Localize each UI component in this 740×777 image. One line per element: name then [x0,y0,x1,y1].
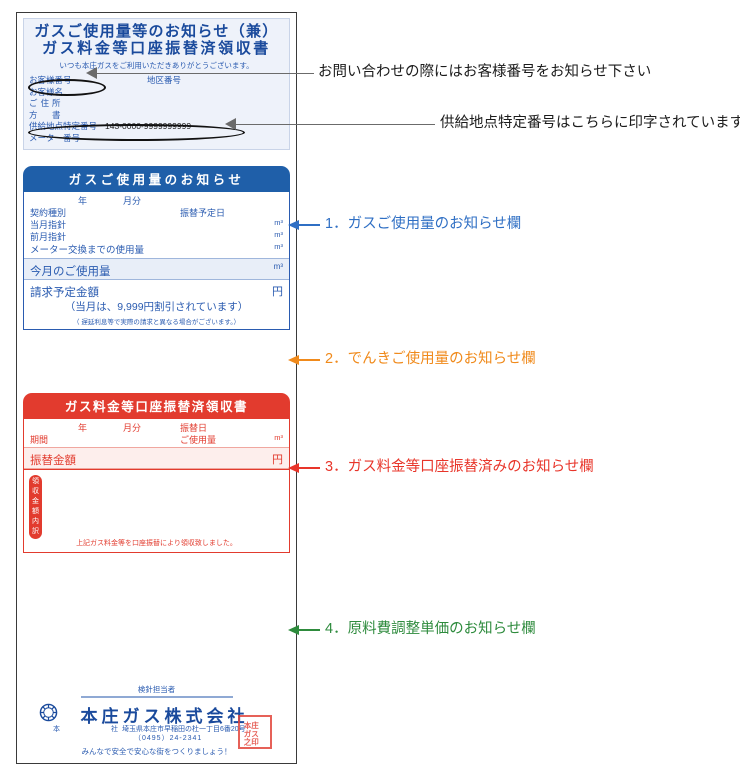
row-transfer-amount: 振替金額 円 [24,447,289,469]
company-logo-icon [39,703,58,722]
arrow-line-callout-2 [299,359,320,361]
unit-yen-transfer: 円 [272,454,283,466]
breakdown-tab-c6: 訳 [32,528,39,535]
highlight-oval-supply-point [28,124,245,141]
receipt-confirmation-note: 上記ガス料金等を口座振替により領収致しました。 [76,540,237,547]
bill-title-line2: ガス料金等口座振替済領収書 [42,40,271,57]
arrow-line-callout-3 [299,467,320,469]
breakdown-tab-c1: 領 [32,478,39,485]
section-receipt: ガス料金等口座振替済領収書 年 月分 振替日 期間 ご使用量 m³ 振替金額 円… [23,393,290,553]
unit-m3-meter-change: m³ [274,242,283,251]
breakdown-tab-c2: 収 [32,488,39,495]
arrow-callout-1 [288,220,299,230]
page-root: ガスご使用量等のお知らせ（兼） ガス料金等口座振替済領収書 いつも本庄ガスをご利… [0,0,740,777]
company-phone: （0495）24-2341 [134,735,203,742]
callout-2-electricity-usage: 2．でんきご使用量のお知らせ欄 [325,351,536,367]
highlight-oval-customer-number [28,79,106,96]
row-period-usage: 期間 ご使用量 m³ [30,433,283,445]
arrow-callout-4 [288,625,299,635]
leader-line-customer-number [96,73,314,74]
company-seal-stamp: 本庄 ガス 之印 [238,715,272,749]
current-reading-label: 当月指針 [30,220,67,230]
receipt-title: ガス料金等口座振替済領収書 [23,393,290,419]
row-address: ご住所 [29,98,289,110]
row-billed-amount: 請求予定金額 円 [24,280,289,299]
company-name: 本庄ガス株式会社 [80,707,249,726]
building-label: 方 書 [29,109,64,120]
row-year-month: 年 月分 [30,194,283,206]
arrow-line-callout-1 [299,224,320,226]
seal-glyph-icon: 本庄 ガス 之印 [243,720,259,747]
breakdown-tab-c3: 金 [32,498,39,505]
receipt-breakdown-area: 領 収 金 額 内 訳 上記ガス料金等を口座振替により領収致しました。 [24,469,289,552]
row-previous-reading: 前月指針 m³ [30,230,283,242]
leader-line-supply-point [235,124,435,125]
meter-person-rule [80,696,233,698]
row-this-month-usage: 今月のご使用量 m³ [24,258,289,280]
arrow-callout-3 [288,463,299,473]
receipt-body: 年 月分 振替日 期間 ご使用量 m³ 振替金額 円 領 収 金 額 内 訳 上… [23,419,290,553]
district-number-label: 地区番号 [147,75,182,85]
arrow-line-callout-4 [299,629,320,631]
row-receipt-year-month: 年 月分 振替日 [30,421,283,433]
svg-text:本庄: 本庄 [243,720,259,730]
billed-amount-label: 請求予定金額 [30,287,99,299]
this-month-usage-label: 今月のご使用量 [30,266,111,278]
bill-title-line1: ガスご使用量等のお知らせ（兼） [34,23,279,40]
unit-m3-this-month: m³ [273,262,283,271]
unit-m3-receipt: m³ [274,433,283,442]
company-address: 埼玉県本庄市早稲田の杜一丁目6番20号 [122,726,246,733]
previous-reading-label: 前月指針 [30,232,67,242]
unit-m3-previous: m³ [274,230,283,239]
section-gas-usage: ガスご使用量のお知らせ 年 月分 契約種別 振替予定日 当月指針 m³ 前月指針… [23,166,290,330]
contract-type-label: 契約種別 [30,208,67,218]
svg-text:ガス: ガス [244,728,259,738]
row-contract-type: 契約種別 振替予定日 [30,206,283,218]
callout-4-fuel-adjustment: 4．原料費調整単価のお知らせ欄 [325,621,536,637]
meter-person-label: 検針担当者 [137,685,176,694]
receipt-fields: 年 月分 振替日 期間 ご使用量 m³ [24,419,289,447]
breakdown-tab-c5: 内 [32,518,39,525]
leader-arrow-customer-number [86,67,97,79]
gas-usage-body: 年 月分 契約種別 振替予定日 当月指針 m³ 前月指針 m³ メーター交換まで… [23,192,290,330]
receipt-usage-label: ご使用量 [180,435,217,445]
arrow-callout-2 [288,355,299,365]
breakdown-tab: 領 収 金 額 内 訳 [29,475,42,539]
row-building: 方 書 [29,110,289,122]
address-label: ご住所 [29,98,64,109]
callout-3-receipt: 3．ガス料金等口座振替済みのお知らせ欄 [325,459,594,475]
row-usage-until-meter-change: メーター交換までの使用量 m³ [30,242,283,256]
breakdown-tab-c4: 額 [32,508,39,515]
unit-yen-billed: 円 [272,286,283,298]
usage-until-meter-change-label: メーター交換までの使用量 [30,245,145,256]
svg-text:之印: 之印 [244,737,259,747]
thanks-message: いつも本庄ガスをご利用いただきありがとうございます。 [59,61,254,70]
callout-1-gas-usage: 1．ガスご使用量のお知らせ欄 [325,216,522,232]
row-current-reading: 当月指針 m³ [30,218,283,230]
callout-supply-point: 供給地点特定番号はこちらに印字されています [440,115,740,131]
callout-customer-number: お問い合わせの際にはお客様番号をお知らせ下さい [318,64,652,80]
period-label: 期間 [30,435,49,445]
gas-usage-small-note: （ 遅延利息等で実際の請求と異なる場合がございます。） [73,319,240,326]
gas-usage-fields: 年 月分 契約種別 振替予定日 当月指針 m³ 前月指針 m³ メーター交換まで… [24,192,289,258]
gas-usage-title: ガスご使用量のお知らせ [23,166,290,192]
leader-arrow-supply-point [225,118,236,130]
unit-m3-current: m³ [274,218,283,227]
transfer-amount-label: 振替金額 [30,455,76,467]
